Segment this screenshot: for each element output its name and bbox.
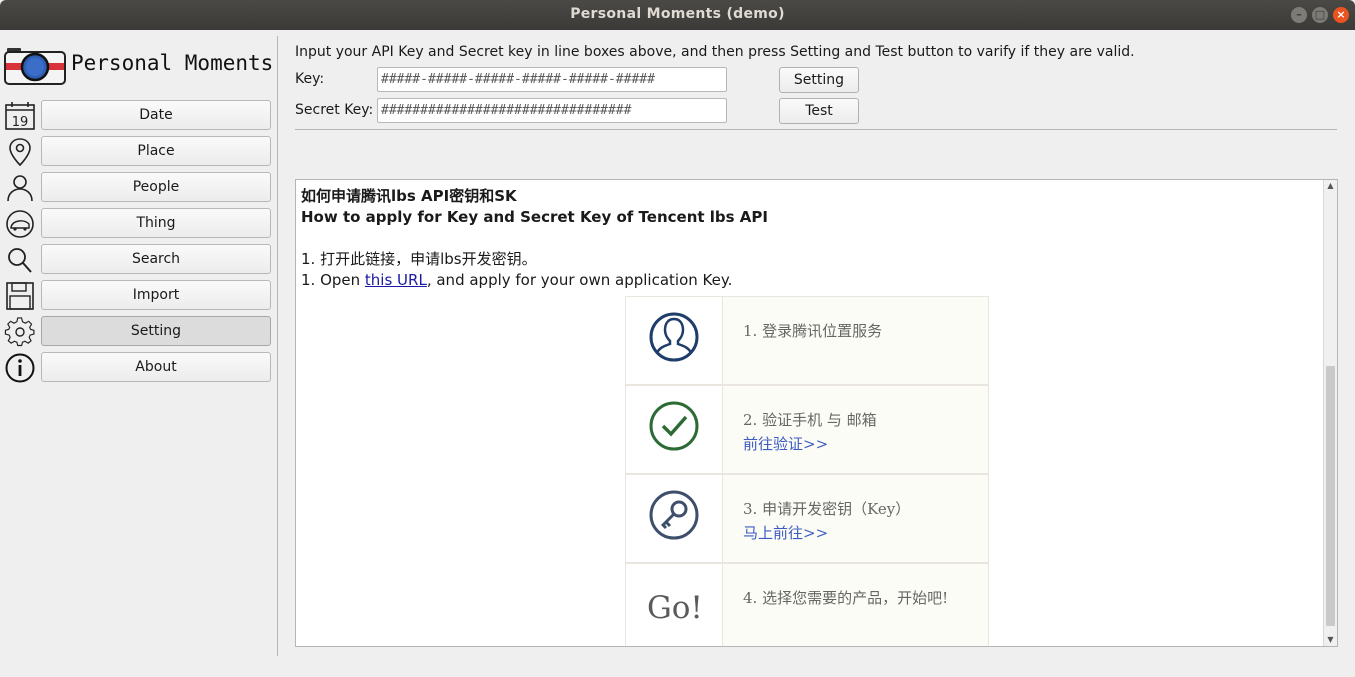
window-title: Personal Moments (demo): [570, 6, 785, 22]
sidebar-item-thing[interactable]: Thing: [4, 208, 272, 240]
help-browser[interactable]: 如何申请腾讯lbs API密钥和SK How to apply for Key …: [295, 179, 1338, 647]
help-document: 如何申请腾讯lbs API密钥和SK How to apply for Key …: [301, 186, 1321, 291]
calendar-icon: 19: [5, 102, 35, 130]
test-button[interactable]: Test: [779, 98, 859, 124]
step-text: 4. 选择您需要的产品，开始吧!: [743, 589, 949, 607]
sidebar-item-import[interactable]: Import: [4, 280, 272, 312]
sidebar-divider: [277, 36, 278, 656]
secret-key-label: Secret Key:: [295, 102, 374, 118]
vertical-scrollbar[interactable]: ▲ ▼: [1323, 180, 1337, 646]
key-input[interactable]: [377, 67, 727, 92]
step-text: 2. 验证手机 与 邮箱: [743, 411, 877, 429]
go-now-link[interactable]: 马上前往>>: [743, 521, 988, 545]
search-icon: [8, 248, 32, 273]
step-row: 2. 验证手机 与 邮箱前往验证>>: [625, 385, 989, 474]
setting-button[interactable]: Setting: [41, 316, 271, 346]
sidebar-item-date[interactable]: 19 Date: [4, 100, 272, 132]
go-text: Go!: [647, 590, 703, 626]
step1-en: 1. Open this URL, and apply for your own…: [301, 271, 733, 289]
floppy-disk-icon: [6, 282, 34, 310]
key-label: Key:: [295, 71, 325, 87]
heading-en: How to apply for Key and Secret Key of T…: [301, 208, 768, 226]
verify-link[interactable]: 前往验证>>: [743, 432, 988, 456]
form-divider: [295, 129, 1337, 130]
people-button[interactable]: People: [41, 172, 271, 202]
map-pin-icon: [9, 138, 31, 167]
key-icon: [649, 490, 699, 540]
window-titlebar: Personal Moments (demo) – □ ×: [0, 0, 1355, 30]
sidebar-item-place[interactable]: Place: [4, 136, 272, 168]
sidebar-item-about[interactable]: About: [4, 352, 272, 384]
import-button[interactable]: Import: [41, 280, 271, 310]
user-circle-icon: [649, 312, 699, 362]
scrollbar-thumb[interactable]: [1326, 366, 1335, 626]
sidebar-item-setting[interactable]: Setting: [4, 316, 272, 348]
svg-text:19: 19: [12, 115, 29, 130]
step-text: 3. 申请开发密钥（Key）: [743, 500, 911, 518]
info-icon: [5, 353, 35, 383]
gear-icon: [4, 317, 35, 347]
minimize-button[interactable]: –: [1291, 7, 1307, 23]
step-row: Go! 4. 选择您需要的产品，开始吧!: [625, 563, 989, 646]
search-button[interactable]: Search: [41, 244, 271, 274]
secret-key-input[interactable]: [377, 98, 727, 123]
scroll-up-icon[interactable]: ▲: [1325, 180, 1336, 192]
setting-apply-button[interactable]: Setting: [779, 67, 859, 93]
about-button[interactable]: About: [41, 352, 271, 382]
step-row: 3. 申请开发密钥（Key） 马上前往>>: [625, 474, 989, 563]
step-row: 1. 登录腾讯位置服务: [625, 296, 989, 385]
scroll-down-icon[interactable]: ▼: [1325, 634, 1336, 646]
check-circle-icon: [649, 401, 699, 451]
sidebar-item-people[interactable]: People: [4, 172, 272, 204]
place-button[interactable]: Place: [41, 136, 271, 166]
person-icon: [7, 175, 33, 202]
maximize-button[interactable]: □: [1312, 7, 1328, 23]
thing-icon: [6, 210, 34, 238]
thing-button[interactable]: Thing: [41, 208, 271, 238]
heading-cn: 如何申请腾讯lbs API密钥和SK: [301, 187, 517, 205]
this-url-link[interactable]: this URL: [365, 271, 427, 289]
sidebar-item-search[interactable]: Search: [4, 244, 272, 276]
camera-icon: [4, 48, 66, 85]
step1-cn: 1. 打开此链接，申请lbs开发密钥。: [301, 250, 537, 268]
date-button[interactable]: Date: [41, 100, 271, 130]
close-button[interactable]: ×: [1333, 7, 1349, 23]
step-text: 1. 登录腾讯位置服务: [743, 322, 883, 340]
app-name: Personal Moments: [71, 51, 274, 75]
api-instructions: Input your API Key and Secret key in lin…: [295, 44, 1135, 60]
